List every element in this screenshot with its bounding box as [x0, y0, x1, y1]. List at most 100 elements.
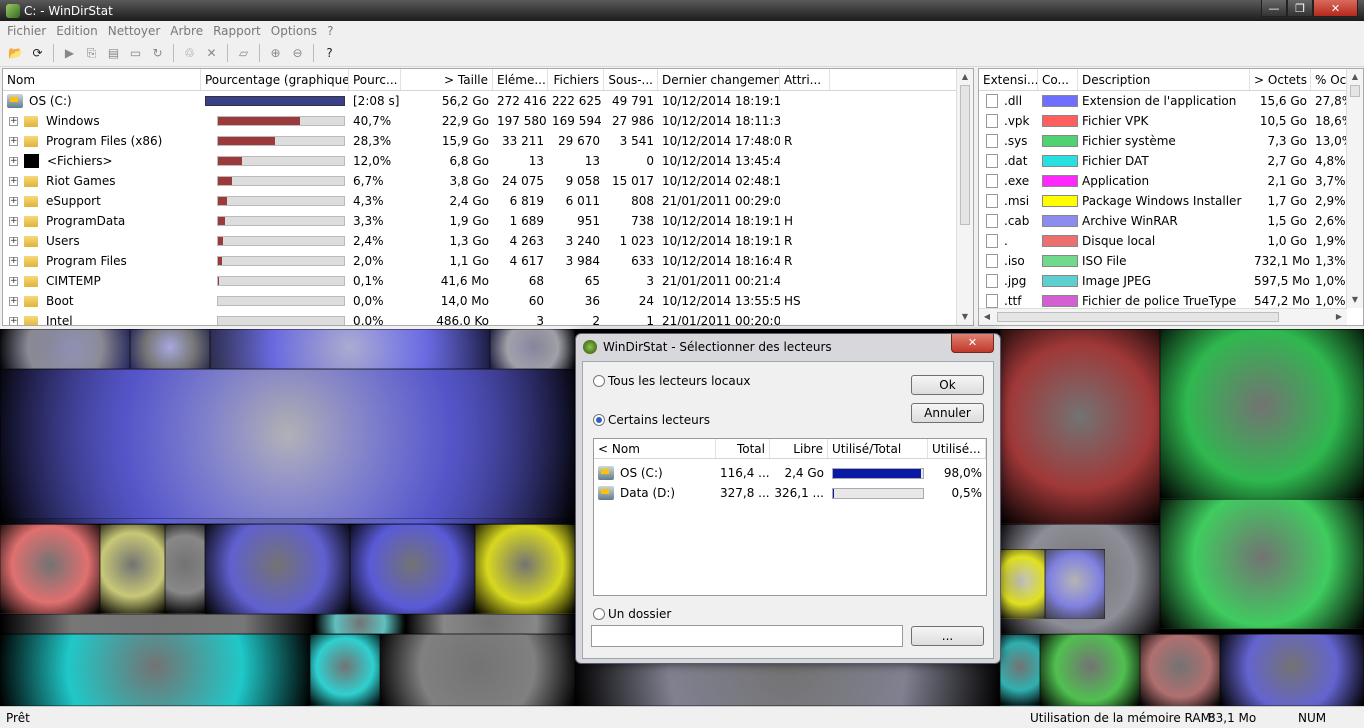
- drive-row[interactable]: Data (D:) 327,8 ... 326,1 ... 0,5%: [594, 483, 986, 503]
- scroll-thumb[interactable]: [960, 85, 970, 225]
- col-drive-name[interactable]: < Nom: [594, 439, 716, 458]
- tree-row[interactable]: + CIMTEMP 0,1% 41,6 Mo 68 65 3 21/01/2011 00:21…: [3, 271, 830, 291]
- tree-root-row[interactable]: OS (C:) [2:08 s] 56,2 Go 272 416 222 625…: [3, 91, 830, 111]
- ok-button[interactable]: Ok: [911, 375, 984, 395]
- treemap-cell[interactable]: [1160, 499, 1364, 629]
- maximize-button[interactable]: ❐: [1287, 0, 1313, 17]
- treemap-cell[interactable]: [1000, 549, 1045, 619]
- treemap-cell[interactable]: [490, 329, 575, 369]
- col-description[interactable]: Description: [1078, 69, 1250, 90]
- treemap-cell[interactable]: [1040, 634, 1140, 706]
- treemap-cell[interactable]: [1140, 634, 1220, 706]
- treemap-cell[interactable]: [405, 614, 575, 634]
- col-percentage[interactable]: Pourc...: [349, 69, 401, 90]
- treemap-cell[interactable]: [350, 524, 475, 614]
- col-nom[interactable]: Nom: [3, 69, 201, 90]
- col-drive-used[interactable]: Utilisé...: [928, 439, 986, 458]
- col-size[interactable]: > Taille: [401, 69, 493, 90]
- col-drive-used-total[interactable]: Utilisé/Total: [828, 439, 928, 458]
- menu-arbre[interactable]: Arbre: [165, 24, 208, 38]
- treemap-cell[interactable]: [130, 329, 210, 369]
- treemap-cell[interactable]: [0, 634, 310, 706]
- expand-icon[interactable]: +: [9, 136, 18, 146]
- expand-icon[interactable]: +: [9, 176, 18, 186]
- help-icon[interactable]: ?: [320, 44, 339, 63]
- extension-row[interactable]: .dll Extension de l'application 15,6 Go 27,…: [979, 91, 1348, 111]
- extension-row[interactable]: .iso ISO File 732,1 Mo 1,3%: [979, 251, 1348, 271]
- menu-nettoyer[interactable]: Nettoyer: [103, 24, 166, 38]
- treemap-cell[interactable]: [1000, 329, 1160, 524]
- tree-row[interactable]: + Boot 0,0% 14,0 Mo 60 36 24 10/12/2014 13:55:5…: [3, 291, 830, 311]
- zoom-in-icon[interactable]: ⊕: [266, 44, 285, 63]
- treemap-cell[interactable]: [1160, 329, 1364, 499]
- zoom-out-icon[interactable]: ⊖: [288, 44, 307, 63]
- treemap-cell[interactable]: [165, 524, 205, 614]
- tree-row[interactable]: + Users 2,4% 1,3 Go 4 263 3 240 1 023 10/12/201…: [3, 231, 830, 251]
- treemap-cell[interactable]: [475, 524, 575, 614]
- extension-row[interactable]: .msi Package Windows Installer 1,7 Go 2,9%: [979, 191, 1348, 211]
- treemap-cell[interactable]: [0, 369, 575, 519]
- browse-button[interactable]: ...: [911, 626, 984, 646]
- treemap-cell[interactable]: [100, 524, 165, 614]
- scroll-up-arrow-icon[interactable]: ▲: [1347, 69, 1363, 85]
- treemap-cell[interactable]: [1220, 634, 1364, 706]
- extension-row[interactable]: . Disque local 1,0 Go 1,9%: [979, 231, 1348, 251]
- cancel-button[interactable]: Annuler: [911, 403, 984, 423]
- expand-icon[interactable]: +: [9, 216, 18, 226]
- col-bytes-percent[interactable]: % Oc...: [1311, 69, 1348, 90]
- col-last-change[interactable]: Dernier changement: [658, 69, 780, 90]
- play-icon[interactable]: ▶: [60, 44, 79, 63]
- tree-row[interactable]: + <Fichiers> 12,0% 6,8 Go 13 13 0 10/12/2014 13…: [3, 151, 830, 171]
- expand-icon[interactable]: +: [9, 256, 18, 266]
- scroll-thumb[interactable]: [1350, 85, 1360, 97]
- tree-row[interactable]: + ProgramData 3,3% 1,9 Go 1 689 951 738 10/12/2…: [3, 211, 830, 231]
- treemap-cell[interactable]: [315, 614, 405, 634]
- menu-help[interactable]: ?: [322, 24, 338, 38]
- scroll-right-arrow-icon[interactable]: ▶: [1331, 309, 1347, 325]
- menu-options[interactable]: Options: [266, 24, 322, 38]
- explorer-icon[interactable]: ▤: [104, 44, 123, 63]
- expand-icon[interactable]: +: [9, 276, 18, 286]
- treemap-cell[interactable]: [310, 634, 380, 706]
- extension-horizontal-scrollbar[interactable]: ◀ ▶: [979, 308, 1347, 325]
- extension-row[interactable]: .exe Application 2,1 Go 3,7%: [979, 171, 1348, 191]
- treemap-cell[interactable]: [380, 634, 575, 706]
- tree-row[interactable]: + Windows 40,7% 22,9 Go 197 580 169 594 27 986…: [3, 111, 830, 131]
- refresh-selected-icon[interactable]: ↻: [148, 44, 167, 63]
- col-color[interactable]: Co...: [1038, 69, 1078, 90]
- extension-row[interactable]: .cab Archive WinRAR 1,5 Go 2,6%: [979, 211, 1348, 231]
- col-items[interactable]: Eléme...: [493, 69, 548, 90]
- folder-path-input[interactable]: [591, 625, 903, 647]
- menu-fichier[interactable]: Fichier: [2, 24, 51, 38]
- radio-folder[interactable]: Un dossier: [593, 607, 671, 621]
- close-button[interactable]: ✕: [1313, 0, 1358, 17]
- new-folder-icon[interactable]: ▱: [234, 44, 253, 63]
- col-drive-total[interactable]: Total: [716, 439, 770, 458]
- extension-row[interactable]: .sys Fichier système 7,3 Go 13,0%: [979, 131, 1348, 151]
- tree-row[interactable]: + Program Files (x86) 28,3% 15,9 Go 33 211 29…: [3, 131, 830, 151]
- radio-indicator[interactable]: [593, 375, 605, 387]
- tree-row[interactable]: + Intel 0,0% 486,0 Ko 3 2 1 21/01/2011 00:20:09: [3, 311, 830, 325]
- col-bytes[interactable]: > Octets: [1250, 69, 1311, 90]
- scroll-up-arrow-icon[interactable]: ▲: [957, 69, 973, 85]
- expand-icon[interactable]: +: [9, 116, 18, 126]
- col-files[interactable]: Fichiers: [548, 69, 604, 90]
- expand-icon[interactable]: +: [9, 236, 18, 246]
- delete-icon[interactable]: ✕: [202, 44, 221, 63]
- col-extension[interactable]: Extensi...: [979, 69, 1038, 90]
- treemap-cell[interactable]: [0, 329, 130, 369]
- tree-row[interactable]: + eSupport 4,3% 2,4 Go 6 819 6 011 808 21/01/20…: [3, 191, 830, 211]
- refresh-icon[interactable]: ⟳: [28, 44, 47, 63]
- treemap-cell[interactable]: [0, 614, 315, 634]
- treemap-cell[interactable]: [0, 524, 100, 614]
- minimize-button[interactable]: —: [1261, 0, 1287, 17]
- treemap-cell[interactable]: [1045, 549, 1105, 619]
- col-subdirs[interactable]: Sous-...: [604, 69, 658, 90]
- scroll-down-arrow-icon[interactable]: ▼: [957, 309, 973, 325]
- command-prompt-icon[interactable]: ▭: [126, 44, 145, 63]
- treemap-cell[interactable]: [205, 524, 350, 614]
- expand-icon[interactable]: +: [9, 296, 18, 306]
- extension-row[interactable]: .vpk Fichier VPK 10,5 Go 18,6%: [979, 111, 1348, 131]
- dialog-close-button[interactable]: ✕: [951, 334, 994, 353]
- col-attributes[interactable]: Attri...: [780, 69, 830, 90]
